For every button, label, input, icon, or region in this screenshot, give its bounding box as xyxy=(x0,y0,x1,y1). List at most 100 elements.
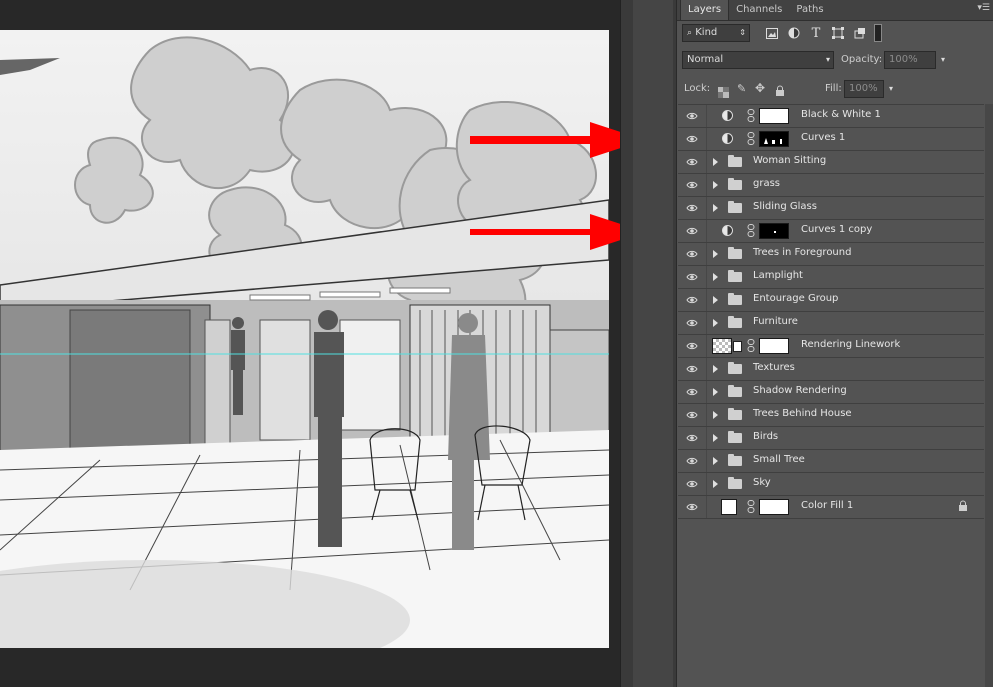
layer-mask-thumbnail[interactable] xyxy=(759,338,789,354)
layer-row[interactable]: Furniture xyxy=(678,311,984,334)
chevron-down-icon[interactable]: ▾ xyxy=(889,81,893,97)
layer-mask-thumbnail[interactable] xyxy=(759,499,789,515)
layer-row[interactable]: Trees Behind House xyxy=(678,403,984,426)
link-chain-icon[interactable] xyxy=(747,109,755,122)
layer-row[interactable]: Textures xyxy=(678,357,984,380)
expand-triangle-icon[interactable] xyxy=(713,158,718,166)
folder-icon xyxy=(728,385,742,397)
layer-row[interactable]: Sliding Glass xyxy=(678,196,984,219)
eye-icon[interactable] xyxy=(686,225,698,237)
eye-icon[interactable] xyxy=(686,455,698,467)
filter-adjustment-icon[interactable] xyxy=(786,25,802,41)
lock-transparent-icon[interactable] xyxy=(718,83,729,102)
eye-icon[interactable] xyxy=(686,501,698,513)
folder-icon xyxy=(728,201,742,213)
panel-tabs: Layers Channels Paths ▾☰ xyxy=(677,0,993,21)
lock-move-icon[interactable]: ✥ xyxy=(755,81,765,95)
eye-icon[interactable] xyxy=(686,179,698,191)
expand-triangle-icon[interactable] xyxy=(713,457,718,465)
layer-row[interactable]: Rendering Linework xyxy=(678,334,984,357)
filter-shape-icon[interactable] xyxy=(830,25,846,41)
filter-toggle-switch[interactable] xyxy=(874,24,882,42)
lock-all-icon[interactable] xyxy=(775,82,785,101)
eye-icon[interactable] xyxy=(686,110,698,122)
divider xyxy=(706,105,707,127)
eye-icon[interactable] xyxy=(686,133,698,145)
eye-icon[interactable] xyxy=(686,478,698,490)
layers-scrollbar[interactable] xyxy=(985,104,993,687)
eye-icon[interactable] xyxy=(686,317,698,329)
layer-row[interactable]: Woman Sitting xyxy=(678,150,984,173)
eye-icon[interactable] xyxy=(686,248,698,260)
expand-triangle-icon[interactable] xyxy=(713,434,718,442)
folder-icon xyxy=(728,247,742,259)
canvas-area[interactable] xyxy=(0,0,645,687)
opacity-input[interactable]: 100% ▾ xyxy=(884,51,945,69)
lock-label: Lock: xyxy=(684,83,711,94)
color-fill-swatch[interactable] xyxy=(721,499,737,515)
tab-channels[interactable]: Channels xyxy=(729,0,789,20)
layer-row[interactable]: Sky xyxy=(678,472,984,495)
chevron-down-icon[interactable]: ▾ xyxy=(941,52,945,68)
tab-layers[interactable]: Layers xyxy=(680,0,730,20)
eye-icon[interactable] xyxy=(686,271,698,283)
link-chain-icon[interactable] xyxy=(747,224,755,237)
lock-brush-icon[interactable]: ✎ xyxy=(737,82,746,95)
tab-paths[interactable]: Paths xyxy=(789,0,830,20)
link-chain-icon[interactable] xyxy=(747,132,755,145)
eye-icon[interactable] xyxy=(686,202,698,214)
layer-name: Woman Sitting xyxy=(753,155,827,166)
layer-row[interactable]: Curves 1 copy xyxy=(678,219,984,242)
layer-row[interactable]: Color Fill 1 xyxy=(678,495,984,519)
expand-triangle-icon[interactable] xyxy=(713,365,718,373)
expand-triangle-icon[interactable] xyxy=(713,411,718,419)
divider xyxy=(706,243,707,265)
expand-triangle-icon[interactable] xyxy=(713,388,718,396)
arrow-curves-1-icon xyxy=(470,122,645,158)
expand-triangle-icon[interactable] xyxy=(713,480,718,488)
eye-icon[interactable] xyxy=(686,156,698,168)
fill-input[interactable]: 100% ▾ xyxy=(844,80,893,98)
layer-row[interactable]: Lamplight xyxy=(678,265,984,288)
eye-icon[interactable] xyxy=(686,386,698,398)
layer-row[interactable]: Birds xyxy=(678,426,984,449)
link-chain-icon[interactable] xyxy=(747,500,755,513)
adjustment-layer-icon xyxy=(722,133,733,144)
eye-icon[interactable] xyxy=(686,294,698,306)
divider xyxy=(706,266,707,288)
layer-row[interactable]: Shadow Rendering xyxy=(678,380,984,403)
layer-row[interactable]: Entourage Group xyxy=(678,288,984,311)
eye-icon[interactable] xyxy=(686,432,698,444)
lock-row: Lock: ✎ ✥ Fill: 100% ▾ xyxy=(682,80,990,100)
layer-mask-thumbnail[interactable] xyxy=(759,108,789,124)
expand-triangle-icon[interactable] xyxy=(713,204,718,212)
divider xyxy=(706,358,707,380)
divider xyxy=(706,381,707,403)
expand-triangle-icon[interactable] xyxy=(713,296,718,304)
expand-triangle-icon[interactable] xyxy=(713,319,718,327)
folder-icon xyxy=(728,316,742,328)
eye-icon[interactable] xyxy=(686,340,698,352)
layer-mask-thumbnail[interactable] xyxy=(759,223,789,239)
layer-mask-thumbnail[interactable] xyxy=(759,131,789,147)
filter-smartobject-icon[interactable] xyxy=(852,25,868,41)
link-chain-icon[interactable] xyxy=(747,339,755,352)
panel-menu-icon[interactable]: ▾☰ xyxy=(977,3,990,13)
layer-name: Birds xyxy=(753,431,779,442)
layer-row[interactable]: Trees in Foreground xyxy=(678,242,984,265)
layer-row[interactable]: Curves 1 xyxy=(678,127,984,150)
expand-triangle-icon[interactable] xyxy=(713,273,718,281)
filter-type-icon[interactable]: T xyxy=(808,25,824,41)
eye-icon[interactable] xyxy=(686,409,698,421)
blend-mode-select[interactable]: Normal ▾ xyxy=(682,51,834,69)
filter-pixel-icon[interactable] xyxy=(764,25,780,41)
expand-triangle-icon[interactable] xyxy=(713,250,718,258)
layer-row[interactable]: Small Tree xyxy=(678,449,984,472)
filter-kind-select[interactable]: ⌕ Kind ⇕ xyxy=(682,24,750,42)
layer-name: Lamplight xyxy=(753,270,803,281)
layer-row[interactable]: Black & White 1 xyxy=(678,104,984,127)
layer-thumbnail[interactable] xyxy=(712,338,732,354)
expand-triangle-icon[interactable] xyxy=(713,181,718,189)
layer-row[interactable]: grass xyxy=(678,173,984,196)
eye-icon[interactable] xyxy=(686,363,698,375)
